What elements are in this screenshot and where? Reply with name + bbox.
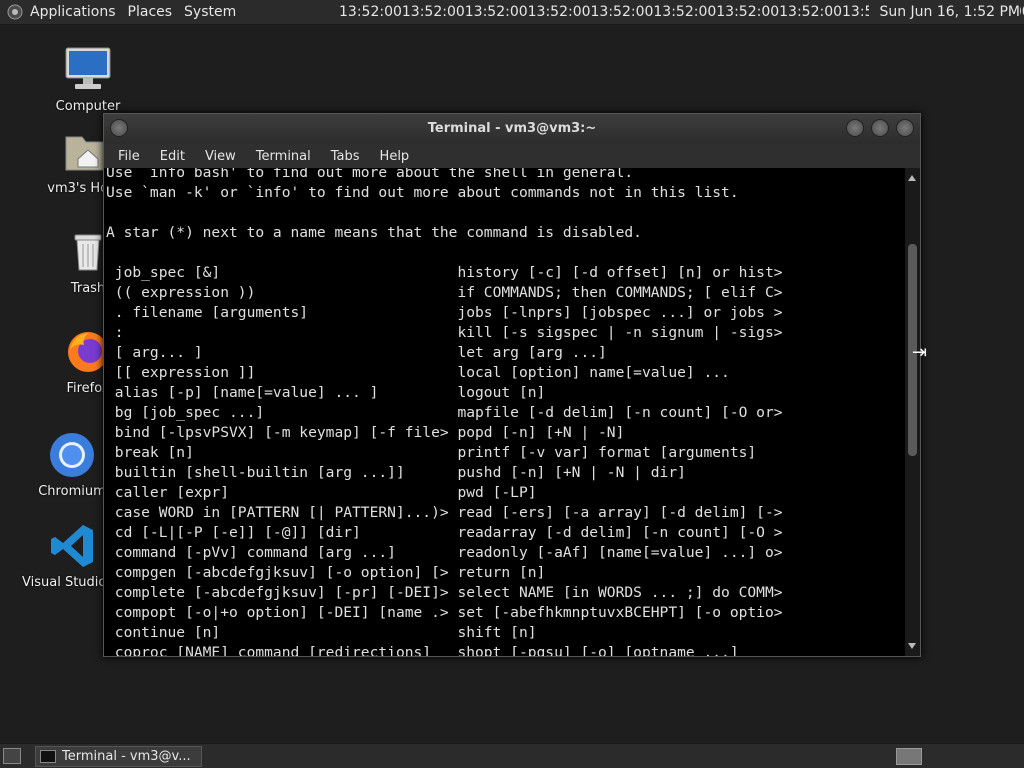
- terminal-line: . filename [arguments] jobs [-lnprs] [jo…: [106, 304, 783, 321]
- terminal-line: : kill [-s sigspec | -n signum | -sigs>: [106, 324, 783, 341]
- terminal-line: bind [-lpsvPSVX] [-m keymap] [-f file> p…: [106, 424, 625, 441]
- terminal-line: job_spec [&] history [-c] [-d offset] [n…: [106, 264, 783, 281]
- vscode-icon: [49, 521, 99, 571]
- terminal-line: builtin [shell-builtin [arg ...]] pushd …: [106, 464, 686, 481]
- terminal-scrollbar[interactable]: [905, 168, 920, 656]
- menu-file[interactable]: File: [108, 149, 150, 164]
- terminal-line: coproc [NAME] command [redirections] sho…: [106, 644, 739, 656]
- terminal-text: Use `info bash' to find out more about t…: [106, 168, 783, 656]
- scroll-up-arrow-icon[interactable]: [908, 175, 916, 181]
- menu-help[interactable]: Help: [370, 149, 420, 164]
- chromium-icon: [47, 430, 97, 480]
- workspace-switcher[interactable]: [896, 748, 922, 765]
- applications-menu[interactable]: Applications: [0, 0, 122, 24]
- terminal-line: compgen [-abcdefgjksuv] [-o option] [> r…: [106, 564, 546, 581]
- terminal-line: Use `man -k' or `info' to find out more …: [106, 184, 739, 201]
- places-menu[interactable]: Places: [122, 0, 179, 24]
- terminal-line: A star (*) next to a name means that the…: [106, 224, 642, 241]
- close-button[interactable]: [896, 119, 914, 137]
- bottom-panel: Terminal - vm3@v...: [0, 743, 1024, 768]
- terminal-line: Use `info bash' to find out more about t…: [106, 168, 634, 181]
- menu-view[interactable]: View: [195, 149, 246, 164]
- taskbar-terminal-button[interactable]: Terminal - vm3@v...: [35, 746, 202, 767]
- terminal-line: [[ expression ]] local [option] name[=va…: [106, 364, 730, 381]
- terminal-line: cd [-L|[-P [-e]] [-@]] [dir] readarray […: [106, 524, 783, 541]
- panel-clock[interactable]: Sun Jun 16, 1:52 PM: [869, 0, 1020, 24]
- menu-terminal[interactable]: Terminal: [246, 149, 321, 164]
- top-panel: Applications Places System 13:52:0013:52…: [0, 0, 1024, 25]
- terminal-line: complete [-abcdefgjksuv] [-pr] [-DEI]> s…: [106, 584, 783, 601]
- taskbar-label: Terminal - vm3@v...: [62, 749, 191, 764]
- terminal-line: continue [n] shift [n]: [106, 624, 537, 641]
- show-desktop-icon[interactable]: [3, 748, 21, 764]
- computer-icon: [63, 45, 113, 95]
- window-title: Terminal - vm3@vm3:~: [427, 121, 597, 136]
- terminal-line: case WORD in [PATTERN [| PATTERN]...)> r…: [106, 504, 783, 521]
- menu-edit[interactable]: Edit: [150, 149, 195, 164]
- terminal-icon: [40, 750, 56, 763]
- terminal-line: alias [-p] [name[=value] ... ] logout [n…: [106, 384, 546, 401]
- menu-tabs[interactable]: Tabs: [321, 149, 370, 164]
- terminal-line: [ arg... ] let arg [arg ...]: [106, 344, 607, 361]
- applications-label: Applications: [30, 4, 116, 20]
- terminal-line: caller [expr] pwd [-LP]: [106, 484, 537, 501]
- desktop-icon-label: Computer: [55, 99, 121, 114]
- terminal-output[interactable]: Use `info bash' to find out more about t…: [104, 168, 905, 656]
- terminal-menubar: File Edit View Terminal Tabs Help: [104, 144, 920, 168]
- terminal-titlebar[interactable]: Terminal - vm3@vm3:~: [104, 114, 920, 144]
- terminal-line: command [-pVv] command [arg ...] readonl…: [106, 544, 783, 561]
- scroll-down-arrow-icon[interactable]: [908, 643, 916, 649]
- terminal-line: bg [job_spec ...] mapfile [-d delim] [-n…: [106, 404, 783, 421]
- terminal-line: compopt [-o|+o option] [-DEI] [name .> s…: [106, 604, 783, 621]
- minimize-button[interactable]: [846, 119, 864, 137]
- applications-icon: [6, 3, 24, 21]
- system-menu[interactable]: System: [178, 0, 242, 24]
- terminal-window: Terminal - vm3@vm3:~ File Edit View Term…: [103, 113, 921, 657]
- desktop-icon-computer[interactable]: Computer: [36, 45, 140, 114]
- resize-cursor-icon: ⇥: [912, 342, 928, 363]
- places-label: Places: [127, 4, 173, 20]
- terminal-line: (( expression )) if COMMANDS; then COMMA…: [106, 284, 783, 301]
- terminal-line: break [n] printf [-v var] format [argume…: [106, 444, 757, 461]
- maximize-button[interactable]: [871, 119, 889, 137]
- system-label: System: [184, 4, 237, 20]
